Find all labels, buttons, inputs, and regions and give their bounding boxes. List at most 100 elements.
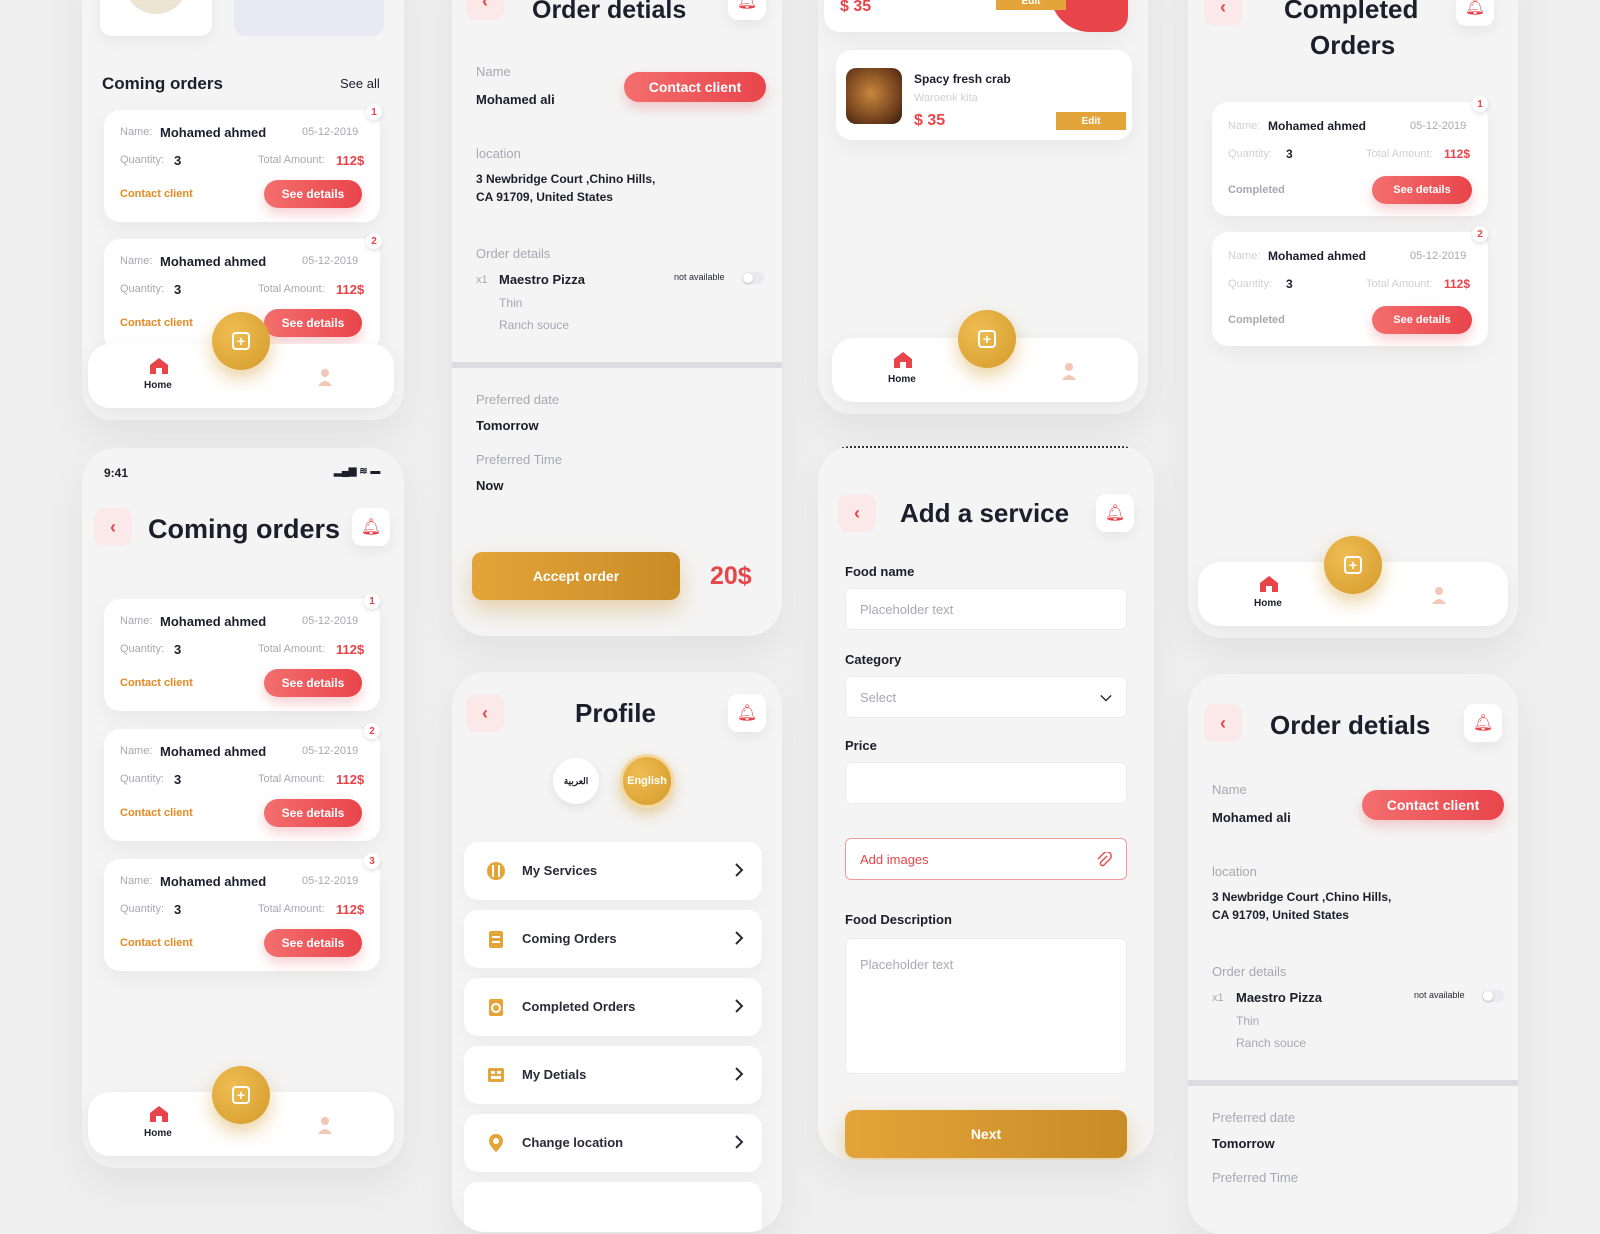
home-icon[interactable]: [894, 352, 912, 368]
user-icon[interactable]: [1432, 586, 1446, 604]
back-button[interactable]: ‹: [1204, 0, 1242, 26]
contact-client-link[interactable]: Contact client: [120, 937, 193, 949]
order-card[interactable]: 1 Name: Mohamed ahmed 05-12-2019 Quantit…: [104, 593, 380, 711]
section-title: Coming orders: [102, 74, 223, 93]
price-input[interactable]: [845, 762, 1127, 804]
address-line-2: CA 91709, United States: [476, 190, 613, 204]
see-details-button[interactable]: See details: [1372, 176, 1472, 204]
notification-button[interactable]: 🔔︎: [1096, 494, 1134, 532]
total-label: Total Amount:: [258, 643, 325, 655]
completed-order-card[interactable]: 1 Name: Mohamed ahmed 05-12-2019 Quantit…: [1212, 96, 1488, 216]
order-details-screen-2: ‹ Order detials 🔔︎ Name Mohamed ali Cont…: [1188, 674, 1518, 1234]
order-number-badge: 1: [1472, 96, 1488, 112]
home-icon[interactable]: [1260, 576, 1278, 592]
see-details-button[interactable]: See details: [264, 799, 362, 827]
menu-item-partial[interactable]: [464, 1182, 762, 1232]
availability-toggle[interactable]: [1482, 990, 1504, 1002]
accept-order-button[interactable]: Accept order: [472, 552, 680, 600]
customer-name: Mohamed ahmed: [1268, 249, 1367, 263]
nav-home-label[interactable]: Home: [144, 1128, 172, 1139]
back-button[interactable]: ‹: [466, 0, 504, 20]
contact-client-link[interactable]: Contact client: [120, 317, 193, 329]
category-label: Category: [845, 652, 902, 667]
quantity-label: Quantity:: [120, 283, 165, 295]
service-card[interactable]: Spacy fresh crab Waroenk kita $ 35 Edit: [836, 50, 1132, 140]
notification-button[interactable]: 🔔︎: [1456, 0, 1494, 26]
add-button[interactable]: +: [212, 1066, 270, 1124]
order-price: 20$: [710, 562, 752, 590]
service-name: Spacy fresh crab: [914, 72, 1011, 86]
order-number-badge: 3: [364, 853, 380, 869]
see-details-button[interactable]: See details: [264, 669, 362, 697]
quantity-value: 3: [1286, 277, 1293, 291]
back-button[interactable]: ‹: [1204, 704, 1242, 742]
nav-home-label[interactable]: Home: [144, 380, 172, 391]
add-images-field[interactable]: Add images: [845, 838, 1127, 880]
notification-button[interactable]: 🔔︎: [728, 694, 766, 732]
menu-label: Completed Orders: [522, 999, 636, 1014]
order-number-badge: 2: [1472, 226, 1488, 242]
food-name-input[interactable]: Placeholder text: [845, 588, 1127, 630]
user-icon[interactable]: [318, 1116, 332, 1134]
see-details-button[interactable]: See details: [264, 309, 362, 337]
total-value: 112$: [336, 642, 365, 657]
order-card[interactable]: 2 Name: Mohamed ahmed 05-12-2019 Quantit…: [104, 723, 380, 841]
edit-button[interactable]: Edit: [1056, 112, 1126, 130]
home-icon[interactable]: [150, 358, 168, 374]
add-button[interactable]: +: [212, 312, 270, 370]
notification-button[interactable]: 🔔︎: [352, 508, 390, 546]
language-english-button[interactable]: English: [620, 754, 674, 808]
add-button[interactable]: +: [958, 310, 1016, 368]
nav-home-label[interactable]: Home: [888, 374, 916, 385]
see-all-link[interactable]: See all: [340, 76, 380, 91]
contact-client-link[interactable]: Contact client: [120, 807, 193, 819]
menu-change-location[interactable]: Change location: [464, 1114, 762, 1172]
menu-my-details[interactable]: My Detials: [464, 1046, 762, 1104]
notification-button[interactable]: 🔔︎: [728, 0, 766, 20]
menu-completed-orders[interactable]: Completed Orders: [464, 978, 762, 1036]
back-button[interactable]: ‹: [838, 494, 876, 532]
completed-order-card[interactable]: 2 Name: Mohamed ahmed 05-12-2019 Quantit…: [1212, 226, 1488, 346]
next-button[interactable]: Next: [845, 1110, 1127, 1158]
edit-button[interactable]: Edit: [996, 0, 1066, 10]
preferred-date-label: Preferred date: [476, 392, 560, 407]
item-name: Maestro Pizza: [499, 272, 585, 287]
customer-name: Mohamed ahmed: [160, 254, 267, 269]
availability-label: not available: [1414, 990, 1465, 1000]
contact-client-link[interactable]: Contact client: [120, 677, 193, 689]
checklist-icon: [489, 999, 503, 1016]
menu-coming-orders[interactable]: Coming Orders: [464, 910, 762, 968]
contact-client-button[interactable]: Contact client: [624, 72, 766, 102]
home-icon[interactable]: [150, 1106, 168, 1122]
contact-client-link[interactable]: Contact client: [120, 188, 193, 200]
see-details-button[interactable]: See details: [264, 180, 362, 208]
language-arabic-button[interactable]: العربية: [553, 758, 599, 804]
client-name: Mohamed ali: [476, 92, 555, 107]
signal-icon: ▂▄▆ ≋ ▬: [334, 466, 381, 477]
notification-button[interactable]: 🔔︎: [1464, 704, 1502, 742]
see-details-button[interactable]: See details: [1372, 306, 1472, 334]
availability-toggle[interactable]: [742, 272, 764, 284]
menu-label: My Services: [522, 863, 598, 878]
add-button[interactable]: +: [1324, 536, 1382, 594]
paperclip-icon[interactable]: [1096, 852, 1112, 868]
order-card[interactable]: 3 Name: Mohamed ahmed 05-12-2019 Quantit…: [104, 853, 380, 971]
category-select[interactable]: Select: [845, 676, 1127, 718]
service-card-partial[interactable]: $ 35 Edit: [824, 0, 1128, 32]
user-icon[interactable]: [318, 368, 332, 386]
page-title-line-2: Orders: [1310, 30, 1396, 60]
quantity-value: 3: [174, 902, 182, 917]
chevron-right-icon: [735, 931, 744, 945]
food-description-textarea[interactable]: Placeholder text: [845, 938, 1127, 1074]
menu-my-services[interactable]: My Services: [464, 842, 762, 900]
back-button[interactable]: ‹: [466, 694, 504, 732]
section-divider: [1188, 1080, 1518, 1086]
see-details-button[interactable]: See details: [264, 929, 362, 957]
nav-home-label[interactable]: Home: [1254, 598, 1282, 609]
user-icon[interactable]: [1062, 362, 1076, 380]
contact-client-button[interactable]: Contact client: [1362, 790, 1504, 820]
category-value: Select: [860, 689, 897, 705]
total-label: Total Amount:: [258, 903, 325, 915]
back-button[interactable]: ‹: [94, 508, 132, 546]
order-card[interactable]: 1 Name: Mohamed ahmed 05-12-2019 Quantit…: [104, 104, 382, 222]
